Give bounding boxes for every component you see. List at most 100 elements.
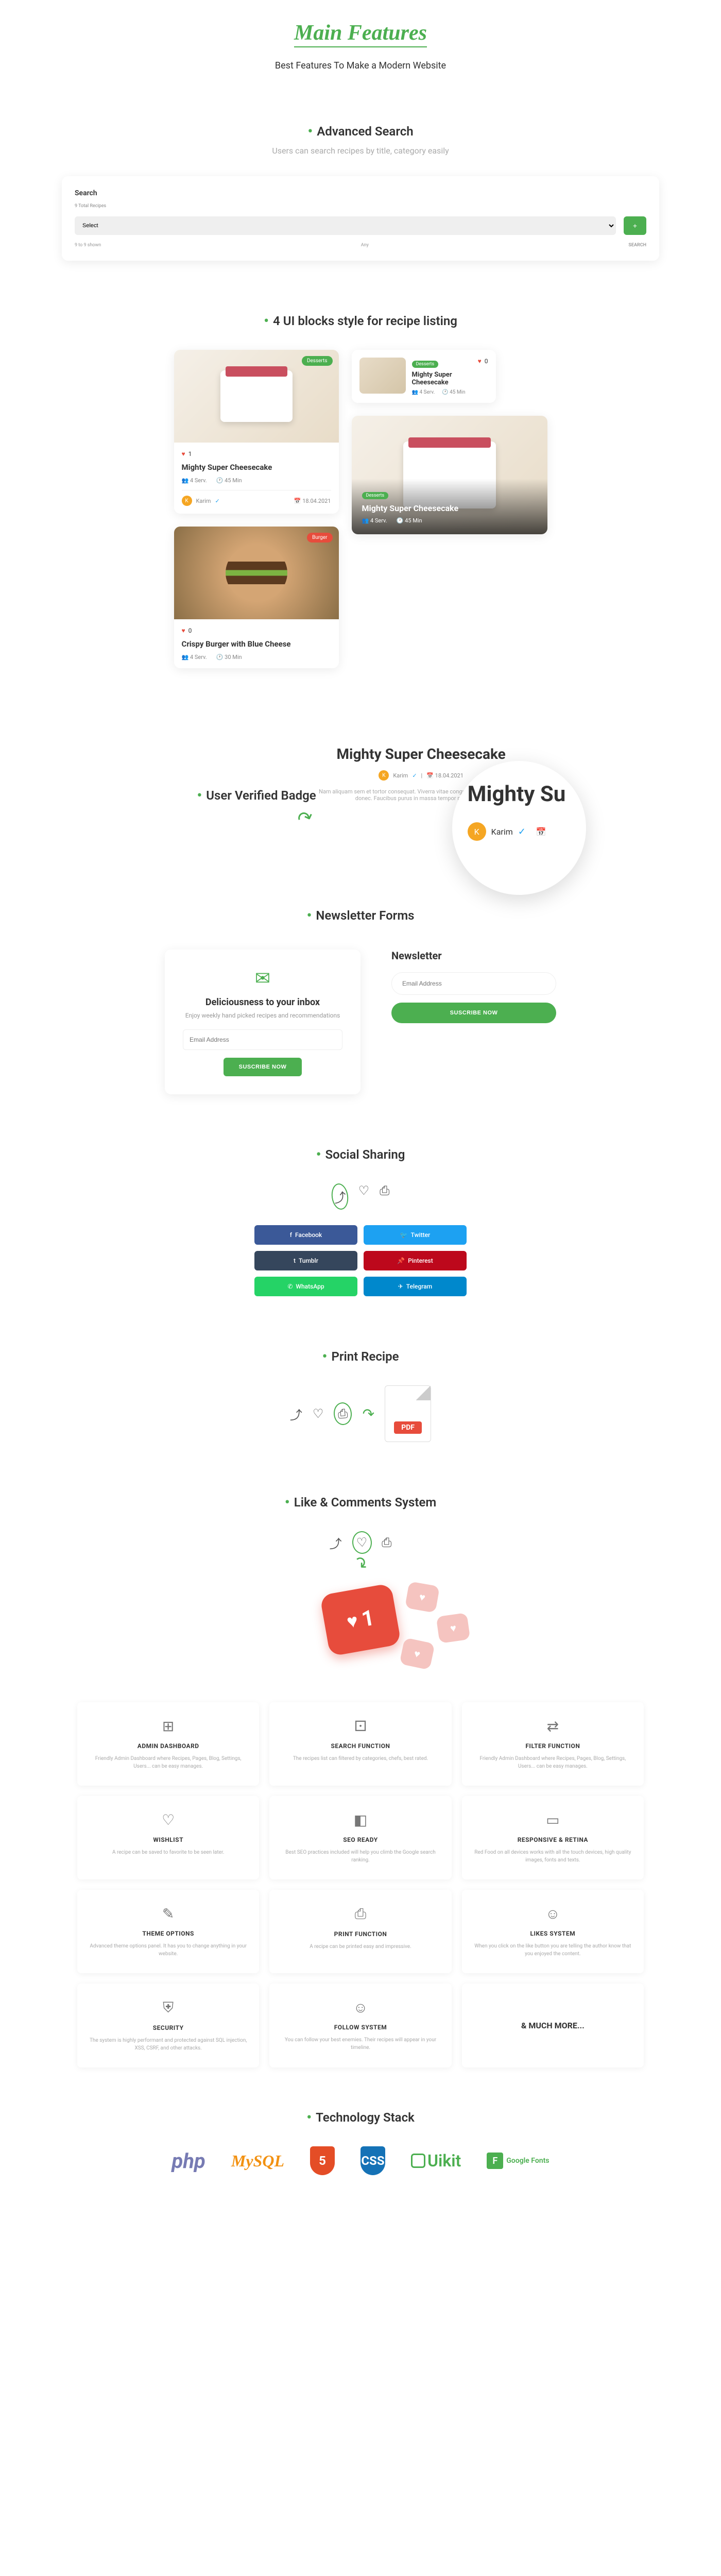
search-submit[interactable]: SEARCH (628, 243, 646, 248)
newsletter-card-2: Newsletter SUSCRIBE NOW (391, 950, 556, 1023)
section-title-blocks: 4 UI blocks style for recipe listing (264, 312, 457, 329)
feature-title: ADMIN DASHBOARD (88, 1742, 249, 1750)
feature-card: ⎙ PRINT FUNCTION A recipe can be printed… (269, 1890, 451, 1973)
feature-icon: ⇄ (472, 1718, 633, 1735)
feature-card: ♡ WISHLIST A recipe can be saved to favo… (77, 1796, 259, 1879)
heart-icon[interactable]: ♡ (313, 1406, 324, 1421)
search-desc: Users can search recipes by title, categ… (62, 146, 659, 156)
feature-icon: ▭ (472, 1811, 633, 1828)
search-plus-button[interactable]: + (624, 216, 646, 235)
heart-icon: ♥ (345, 1609, 359, 1633)
heart-icon[interactable]: ♥ (478, 358, 482, 365)
author-name: Karim (393, 772, 408, 779)
tech-gfonts: FGoogle Fonts (487, 2153, 549, 2169)
share-icon[interactable]: ⤴ (330, 1534, 342, 1552)
print-section: Print Recipe ⤴ ♡ ⎙ ↷ PDF (62, 1348, 659, 1442)
category-tag[interactable]: Burger (307, 533, 332, 543)
feature-icon: ◧ (280, 1811, 441, 1828)
like-count: 1 (359, 1605, 376, 1632)
like-count: 0 (188, 627, 192, 634)
feature-icon: ⊞ (88, 1718, 249, 1735)
author-name: Karim (196, 498, 211, 504)
feature-title: SEO READY (280, 1836, 441, 1843)
pinterest-button[interactable]: 📌 Pinterest (364, 1251, 467, 1270)
tech-mysql: MySQL (231, 2151, 284, 2171)
feature-card: ◧ SEO READY Best SEO practices included … (269, 1796, 451, 1879)
tech-section: Technology Stack php MySQL 5 CSS Uikit F… (62, 2109, 659, 2175)
recipe-card-3[interactable]: Burger ♥0 Crispy Burger with Blue Cheese… (174, 527, 339, 668)
author-avatar[interactable]: K (182, 496, 192, 506)
section-title-tech: Technology Stack (306, 2109, 415, 2126)
recipe-card-4[interactable]: Desserts Mighty Super Cheesecake 👥 4 Ser… (352, 416, 547, 534)
calendar-icon: 📅 (536, 827, 546, 837)
main-title: Main Features (294, 21, 427, 47)
category-tag[interactable]: Desserts (412, 361, 439, 368)
feature-title: RESPONSIVE & RETINA (472, 1836, 633, 1843)
advanced-search-section: Advanced Search Users can search recipes… (62, 123, 659, 261)
tech-php: php (172, 2149, 205, 2173)
email-input[interactable] (391, 972, 556, 995)
feature-icon: ⛨ (88, 1999, 249, 2016)
much-more-text: & MUCH MORE... (472, 1999, 633, 2052)
heart-icon[interactable]: ♡ (358, 1183, 370, 1210)
tech-css3: CSS (360, 2146, 385, 2175)
time: 🕐 45 Min (216, 477, 242, 484)
feature-desc: The recipes list can filtered by categor… (280, 1755, 441, 1762)
facebook-button[interactable]: f Facebook (254, 1225, 357, 1245)
whatsapp-button[interactable]: ✆ WhatsApp (254, 1277, 357, 1296)
category-tag[interactable]: Desserts (362, 492, 389, 499)
feature-icon: ♡ (88, 1811, 249, 1828)
search-any[interactable]: Any (361, 243, 369, 248)
feature-desc: Red Food on all devices works with all t… (472, 1849, 633, 1864)
arrow-sketch-icon: ↷ (294, 805, 316, 831)
feature-desc: The system is highly performant and prot… (88, 2037, 249, 2052)
like-count: 0 (485, 358, 488, 365)
feature-title: FOLLOW SYSTEM (280, 2024, 441, 2031)
heart-icon[interactable]: ♡ (351, 1530, 372, 1554)
subscribe-button[interactable]: SUSCRIBE NOW (391, 1003, 556, 1023)
subscribe-button[interactable]: SUSCRIBE NOW (224, 1058, 302, 1076)
pdf-icon: PDF (385, 1385, 431, 1442)
time: 🕐 45 Min (397, 517, 422, 524)
email-input[interactable] (183, 1029, 342, 1050)
separator: | (421, 772, 423, 779)
feature-icon: ☺ (472, 1905, 633, 1922)
print-icon[interactable]: ⎙ (333, 1402, 353, 1426)
much-more-card: & MUCH MORE... (462, 1984, 644, 2067)
category-tag[interactable]: Desserts (302, 356, 333, 366)
like-count: 1 (188, 450, 192, 457)
tumblr-button[interactable]: t Tumblr (254, 1251, 357, 1270)
section-title-newsletter: Newsletter Forms (306, 907, 414, 924)
author-avatar[interactable]: K (379, 770, 389, 781)
heart-icon[interactable]: ♥ (182, 450, 185, 457)
servings: 👥 4 Serv. (182, 477, 207, 484)
recipe-title: Mighty Super Cheesecake (182, 463, 331, 472)
recipe-image: Desserts Mighty Super Cheesecake 👥 4 Ser… (352, 416, 547, 534)
recipe-card-1[interactable]: Desserts ♥1 Mighty Super Cheesecake 👥 4 … (174, 350, 339, 514)
share-icon[interactable]: ⤴ (330, 1182, 350, 1211)
newsletter-card-1: ✉ Deliciousness to your inbox Enjoy week… (165, 950, 360, 1094)
search-card: Search 9 Total Recipes Select + 9 to 9 s… (62, 176, 659, 261)
feature-card: ☺ FOLLOW SYSTEM You can follow your best… (269, 1984, 451, 2067)
feature-desc: Friendly Admin Dashboard where Recipes, … (472, 1755, 633, 1770)
section-title-likes: Like & Comments System (285, 1494, 436, 1511)
features-grid: ⊞ ADMIN DASHBOARD Friendly Admin Dashboa… (77, 1702, 644, 2067)
telegram-button[interactable]: ✈ Telegram (364, 1277, 467, 1296)
print-icon[interactable]: ⎙ (382, 1535, 391, 1550)
tech-uikit: Uikit (411, 2151, 461, 2171)
share-icon[interactable]: ⤴ (290, 1405, 302, 1423)
arrow-icon: ↷ (349, 1552, 372, 1575)
recipe-image: Desserts (174, 350, 339, 443)
card-date: 📅 18.04.2021 (294, 498, 331, 504)
feature-icon: ⎙ (280, 1905, 441, 1923)
like-bubble: ♥ 1 ♥ ♥ ♥ (324, 1589, 397, 1651)
recipe-title: Crispy Burger with Blue Cheese (182, 639, 331, 649)
recipe-card-2[interactable]: Desserts ♥0 Mighty Super Cheesecake 👥 4 … (352, 350, 496, 403)
search-select[interactable]: Select (75, 216, 616, 235)
section-title-verified: User Verified Badge (197, 787, 316, 804)
recipe-image (359, 358, 406, 394)
twitter-button[interactable]: 🐦 Twitter (364, 1225, 467, 1245)
time: 🕐 45 Min (442, 389, 465, 395)
heart-icon[interactable]: ♥ (182, 627, 185, 634)
print-icon[interactable]: ⎙ (380, 1183, 389, 1210)
